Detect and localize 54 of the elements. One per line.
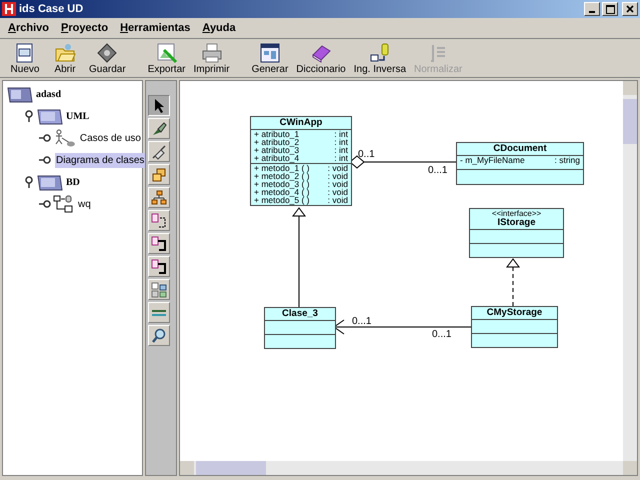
- multiplicity-label: 0...1: [352, 316, 372, 327]
- menu-item[interactable]: Proyecto: [60, 22, 108, 34]
- toolbar-button[interactable]: Diccionario: [293, 42, 349, 74]
- toolbar-button[interactable]: Guardar: [86, 42, 129, 74]
- toolbar-button[interactable]: Generar: [248, 42, 292, 74]
- tree-item[interactable]: Casos de uso: [78, 130, 142, 146]
- class-box[interactable]: CWinApp + atributo_1 : int + atributo_2 : int + atributo_3 : int + atributo_4 : int + metodo_1 ( ) : void + metodo_2 ( ) : void + metodo_3 ( ) : void + metodo_4 ( ) : void + metodo_5 ( ) : void: [250, 116, 352, 206]
- menu-item[interactable]: Archivo: [8, 22, 49, 34]
- class-name: Clase_3: [282, 309, 318, 319]
- attribute-type: : int: [334, 146, 348, 154]
- class-name: CWinApp: [280, 118, 322, 128]
- class-box[interactable]: CDocument - m_MyFileName : string: [456, 142, 584, 185]
- class-box[interactable]: <<interface>> IStorage: [469, 208, 564, 258]
- tree-item[interactable]: BD: [65, 174, 81, 190]
- multiplicity-label: 0..1: [358, 149, 375, 160]
- attribute-name: - m_MyFileName: [460, 156, 525, 164]
- tree-item[interactable]: adasd: [35, 86, 62, 102]
- menu-item[interactable]: Ayuda: [202, 22, 236, 34]
- window-title: ids Case UD: [19, 3, 84, 15]
- multiplicity-label: 0...1: [428, 165, 448, 176]
- method-name: + metodo_5 ( ): [254, 196, 310, 204]
- method-name: + metodo_3 ( ): [254, 180, 310, 188]
- attribute-name: + atributo_1: [254, 130, 300, 138]
- multiplicity-label: 0...1: [432, 329, 452, 340]
- class-name: IStorage: [497, 218, 536, 228]
- toolbar-button[interactable]: Ing. Inversa: [350, 42, 410, 74]
- tree-item[interactable]: wq: [77, 196, 92, 212]
- toolbar-button[interactable]: Abrir: [46, 42, 84, 74]
- tree-item[interactable]: Diagrama de clases: [55, 152, 146, 168]
- method-type: : void: [328, 180, 348, 188]
- toolbar-button[interactable]: Exportar: [144, 42, 188, 74]
- attribute-type: : string: [554, 156, 580, 164]
- tree-item[interactable]: UML: [65, 108, 90, 124]
- stereotype-label: <<interface>>: [492, 210, 542, 218]
- attribute-type: : int: [334, 130, 348, 138]
- class-name: CMyStorage: [486, 308, 542, 318]
- toolbar-button[interactable]: Nuevo: [6, 42, 44, 74]
- method-name: + metodo_2 ( ): [254, 172, 310, 180]
- attribute-name: + atributo_4: [254, 154, 300, 162]
- method-type: : void: [328, 196, 348, 204]
- attribute-type: : int: [334, 154, 348, 162]
- attribute-type: : int: [334, 138, 348, 146]
- method-name: + metodo_1 ( ): [254, 164, 310, 172]
- method-type: : void: [328, 164, 348, 172]
- class-name: CDocument: [493, 144, 547, 154]
- attribute-name: + atributo_2: [254, 138, 300, 146]
- toolbar-button[interactable]: Imprimir: [190, 42, 233, 74]
- menu-item[interactable]: Herramientas: [120, 22, 190, 34]
- method-type: : void: [328, 188, 348, 196]
- attribute-name: + atributo_3: [254, 146, 300, 154]
- class-box[interactable]: Clase_3: [264, 307, 336, 349]
- class-box[interactable]: CMyStorage: [471, 306, 558, 348]
- method-type: : void: [328, 172, 348, 180]
- method-name: + metodo_4 ( ): [254, 188, 310, 196]
